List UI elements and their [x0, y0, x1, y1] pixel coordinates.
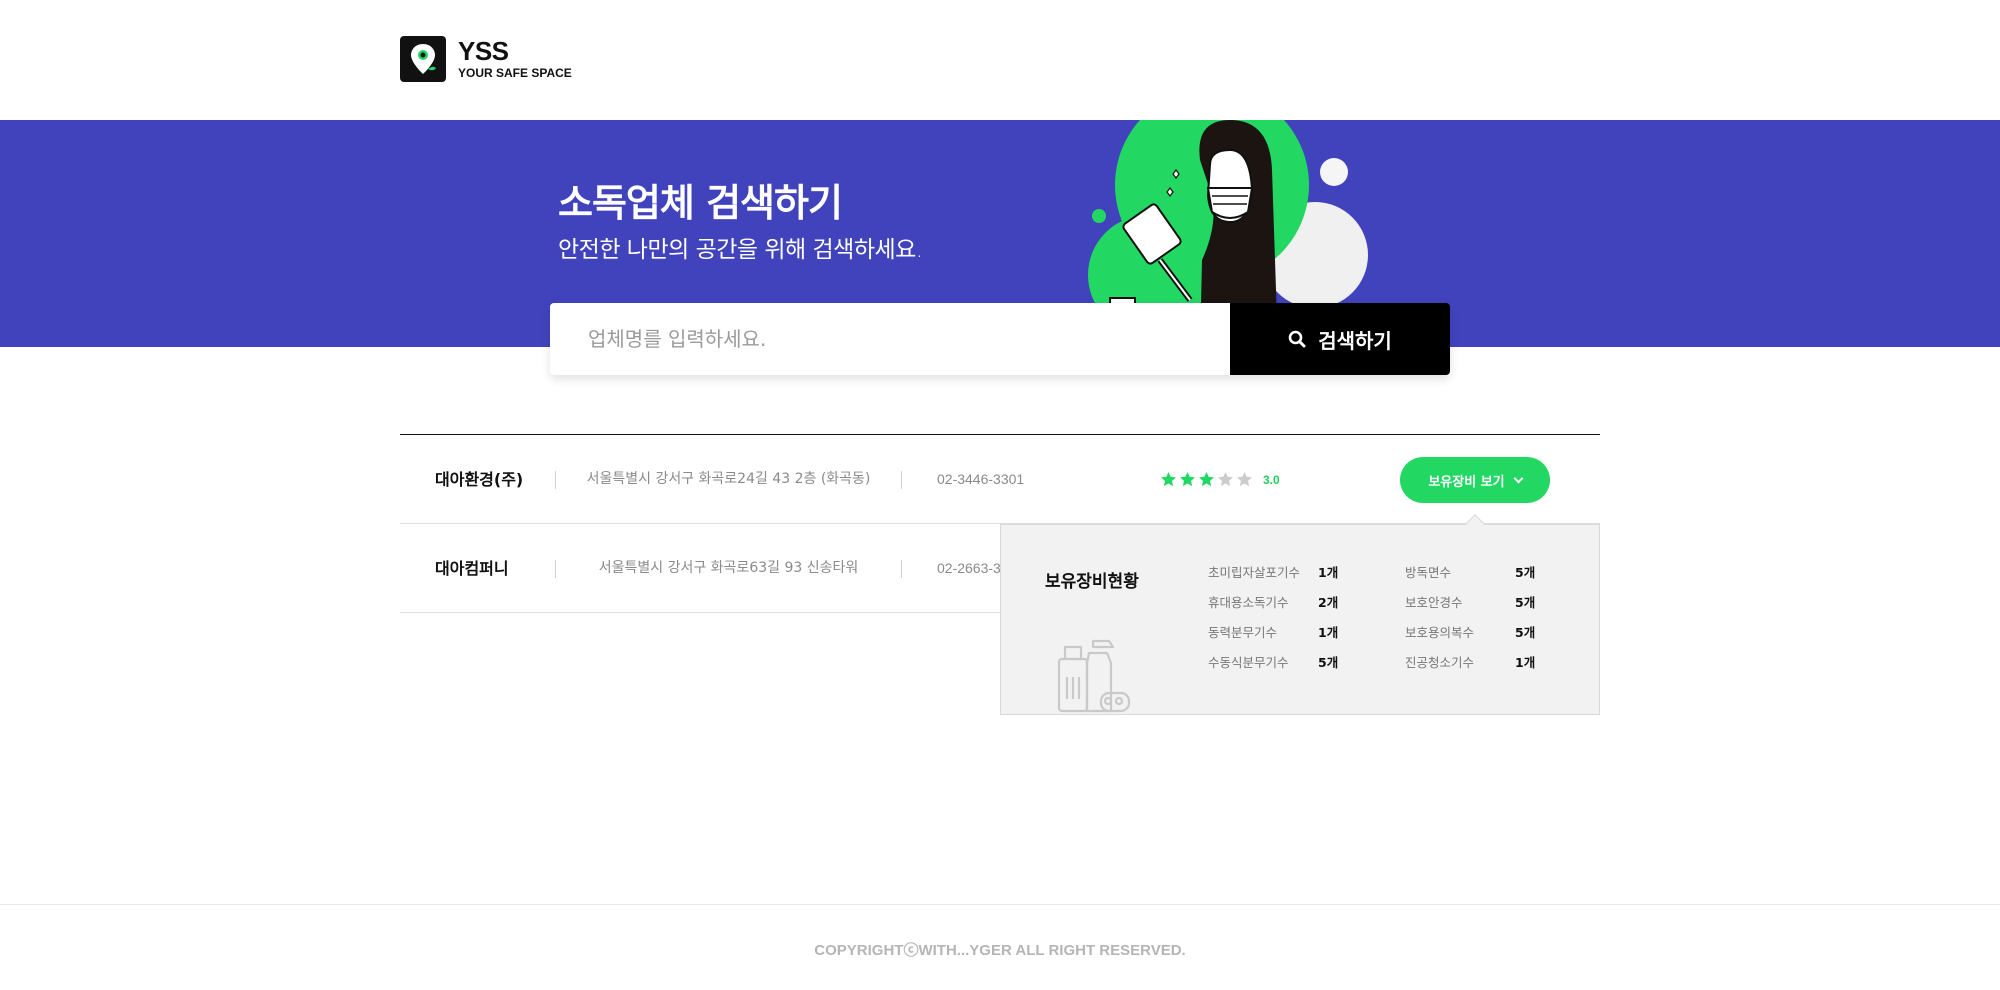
company-phone: 02-2663-3 — [937, 560, 1001, 576]
logo-subtitle: YOUR SAFE SPACE — [458, 66, 572, 80]
equipment-name: 방독면수 — [1405, 565, 1452, 580]
equipment-popup: 보유장비현황 초미립자살포기수 1개 방독면수 5개 휴대용소독기수 2개 보호… — [1000, 514, 1600, 715]
divider — [901, 471, 902, 489]
company-address: 서울특별시 강서구 화곡로24길 43 2층 (화곡동) — [586, 471, 871, 487]
hero-subtitle: 안전한 나만의 공간을 위해 검색하세요. — [558, 237, 923, 263]
equipment-count: 5개 — [1515, 625, 1536, 640]
equipment-count: 1개 — [1515, 655, 1536, 670]
search-bar: 검색하기 — [550, 303, 1450, 375]
equipment-count: 1개 — [1318, 565, 1339, 580]
view-equipment-button[interactable]: 보유장비 보기 — [1400, 457, 1550, 503]
equipment-name: 보호용의복수 — [1405, 625, 1475, 640]
table-row[interactable]: 대아환경(주) 서울특별시 강서구 화곡로24길 43 2층 (화곡동) 02-… — [400, 435, 1600, 524]
search-button[interactable]: 검색하기 — [1230, 303, 1450, 375]
view-equipment-label: 보유장비 보기 — [1428, 474, 1505, 490]
company-address: 서울특별시 강서구 화곡로63길 93 신송타워 — [598, 560, 859, 576]
equipment-grid: 초미립자살포기수 1개 방독면수 5개 휴대용소독기수 2개 보호안경수 5개 … — [1208, 565, 1568, 671]
equipment-name: 동력분무기수 — [1208, 625, 1278, 640]
equipment-name: 보호안경수 — [1405, 595, 1463, 610]
equipment-name: 수동식분무기수 — [1208, 655, 1289, 670]
chevron-down-icon — [1513, 473, 1524, 483]
map-pin-icon — [400, 36, 446, 82]
rating-value: 3.0 — [1263, 472, 1280, 487]
equipment-count: 2개 — [1318, 595, 1339, 610]
equipment-count: 5개 — [1318, 655, 1339, 670]
search-input[interactable] — [550, 303, 1230, 375]
rating-stars: 3.0 — [1160, 471, 1280, 488]
site-header: YSS YOUR SAFE SPACE — [0, 0, 2000, 120]
logo[interactable]: YSS YOUR SAFE SPACE — [400, 36, 572, 82]
search-button-label: 검색하기 — [1318, 328, 1392, 353]
site-footer: COPYRIGHTⓒWITH...YGER ALL RIGHT RESERVED… — [0, 904, 2000, 990]
divider — [901, 560, 902, 578]
equipment-count: 1개 — [1318, 625, 1339, 640]
search-icon — [1288, 330, 1306, 348]
equipment-name: 휴대용소독기수 — [1208, 595, 1289, 610]
logo-title: YSS — [458, 36, 509, 66]
equipment-count: 5개 — [1515, 565, 1536, 580]
company-phone: 02-3446-3301 — [937, 471, 1025, 487]
star-icon — [1160, 471, 1177, 488]
star-icon — [1217, 471, 1234, 488]
equipment-name: 진공청소기수 — [1405, 655, 1475, 670]
hero-title: 소독업체 검색하기 — [558, 181, 843, 225]
equipment-name: 초미립자살포기수 — [1208, 565, 1301, 580]
equipment-count: 5개 — [1515, 595, 1536, 610]
star-icon — [1198, 471, 1215, 488]
cleaning-supplies-icon — [1057, 639, 1131, 713]
company-name: 대아환경(주) — [435, 470, 524, 489]
star-icon — [1236, 471, 1253, 488]
star-icon — [1179, 471, 1196, 488]
popup-title: 보유장비현황 — [1045, 572, 1139, 592]
company-name: 대아컴퍼니 — [435, 559, 509, 578]
copyright-text: COPYRIGHTⓒWITH...YGER ALL RIGHT RESERVED… — [814, 942, 1186, 959]
